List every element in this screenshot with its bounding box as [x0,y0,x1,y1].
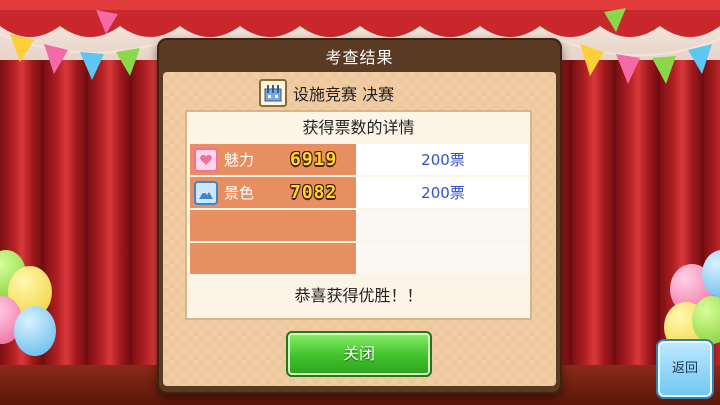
pennant [116,48,140,76]
vote-row-empty [190,243,528,274]
pennant [10,34,34,62]
pennant [80,52,104,80]
victory-message: 恭喜获得优胜！！ [294,286,423,305]
result-dialog: 考查结果 设施竞赛 决赛 获得票数的详情 魅力 6919 200票 景色 708… [157,38,562,394]
category-label: 魅力 [224,151,255,169]
pennant [580,44,604,76]
facility-building-icon [259,79,287,107]
category-score: 6919 [290,149,338,170]
pennant [652,56,676,84]
category-score: 7082 [290,182,338,203]
mountain-icon [194,180,218,205]
scene: 考查结果 设施竞赛 决赛 获得票数的详情 魅力 6919 200票 景色 708… [0,0,720,405]
details-heading: 获得票数的详情 [302,118,415,137]
vote-row-charm: 魅力 6919 200票 [190,144,528,175]
pennant [616,54,640,84]
close-button[interactable]: 关闭 [286,331,432,377]
balloon [14,306,56,356]
vote-row-empty [190,210,528,241]
back-button[interactable]: 返回 [656,339,714,399]
vote-details-panel: 获得票数的详情 魅力 6919 200票 景色 7082 200票 恭喜获得优胜… [185,110,532,320]
category-label: 景色 [224,184,255,202]
dialog-title: 考查结果 [325,48,394,67]
votes-value: 200票 [358,177,528,208]
votes-value: 200票 [358,144,528,175]
competition-name: 设施竞赛 决赛 [293,85,395,104]
pennant [44,44,68,74]
vote-row-scenery: 景色 7082 200票 [190,177,528,208]
heart-icon [194,147,218,172]
competition-title: 设施竞赛 决赛 [259,78,394,108]
